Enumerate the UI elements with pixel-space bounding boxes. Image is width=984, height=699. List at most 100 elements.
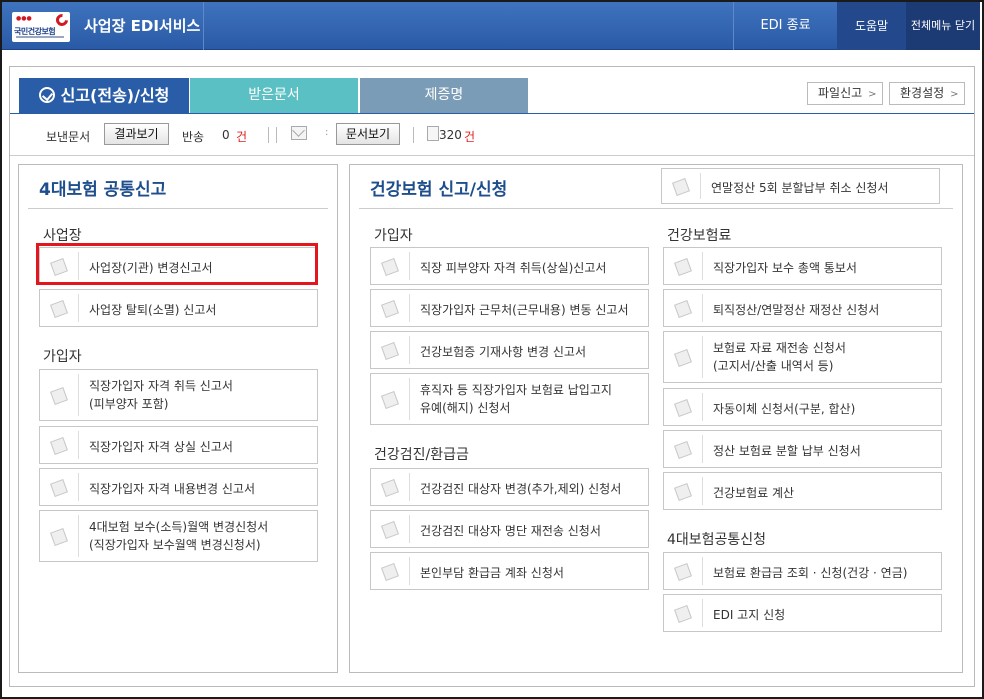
- menu-item-card-change[interactable]: 건강보험증 기재사항 변경 신고서: [370, 331, 649, 369]
- item-label: 직장 피부양자 자격 취득(상실)신고서: [420, 261, 607, 275]
- subscriber-title: 가입자: [374, 228, 413, 244]
- pencil-doc-icon: [381, 300, 399, 318]
- item-label: 직장가입자 보수 총액 통보서: [713, 261, 857, 275]
- pencil-doc-icon: [672, 178, 690, 196]
- item-label: 직장가입자 자격 상실 신고서: [89, 440, 233, 454]
- item-label: 건강검진 대상자 변경(추가,제외) 신청서: [420, 482, 622, 496]
- item-label: 휴직자 등 직장가입자 보험료 납입고지 유예(해지) 신청서: [420, 383, 612, 415]
- item-label: 보험료 자료 재전송 신청서 (고지서/산출 내역서 등): [713, 341, 846, 373]
- item-label: 4대보험 보수(소득)월액 변경신청서 (직장가입자 보수월액 변경신청서): [89, 520, 269, 552]
- menu-item-content-change[interactable]: 직장가입자 자격 내용변경 신고서: [39, 468, 318, 506]
- item-label: 직장가입자 자격 내용변경 신고서: [89, 482, 256, 496]
- subscriber-title: 가입자: [43, 349, 82, 365]
- pencil-doc-icon: [674, 258, 692, 276]
- close-all-menu-button[interactable]: 전체메뉴 닫기: [906, 2, 980, 50]
- pencil-doc-icon: [381, 563, 399, 581]
- menu-item-loss[interactable]: 직장가입자 자격 상실 신고서: [39, 426, 318, 464]
- pencil-doc-icon: [381, 342, 399, 360]
- menu-item-leave-deferral[interactable]: 휴직자 등 직장가입자 보험료 납입고지 유예(해지) 신청서: [370, 373, 649, 425]
- settings-button[interactable]: 환경설정 >: [889, 82, 965, 105]
- view-results-button[interactable]: 결과보기: [104, 123, 169, 145]
- menu-item-edi-notice[interactable]: EDI 고지 신청: [663, 594, 942, 632]
- returned-unit: 건: [236, 130, 248, 144]
- menu-item-auto-transfer[interactable]: 자동이체 신청서(구분, 합산): [663, 388, 942, 426]
- nhis-logo[interactable]: ●●● 국민건강보험: [12, 11, 71, 42]
- settings-label: 환경설정: [900, 86, 945, 100]
- section-title: 4대보험 공통신고: [28, 173, 328, 209]
- menu-item-income-change[interactable]: 4대보험 보수(소득)월액 변경신청서 (직장가입자 보수월액 변경신청서): [39, 510, 318, 562]
- envelope-icon[interactable]: [291, 126, 307, 140]
- menu-item-installment[interactable]: 정산 보험료 분할 납부 신청서: [663, 430, 942, 468]
- sent-docs-label: 보낸문서: [46, 130, 91, 144]
- menu-item-checkup-change[interactable]: 건강검진 대상자 변경(추가,제외) 신청서: [370, 468, 649, 506]
- common-report-section: 4대보험 공통신고 사업장 사업장(기관) 변경신고서 사업장 탈퇴(소멸) 신…: [18, 164, 338, 673]
- item-label: 건강보험증 기재사항 변경 신고서: [420, 345, 587, 359]
- checkup-title: 건강검진/환급금: [374, 447, 469, 463]
- tab-report[interactable]: 신고(전송)/신청: [19, 78, 189, 114]
- menu-item-data-resend[interactable]: 보험료 자료 재전송 신청서 (고지서/산출 내역서 등): [663, 331, 942, 383]
- pencil-doc-icon: [674, 441, 692, 459]
- document-unit: 건: [464, 130, 476, 144]
- pencil-doc-icon: [381, 479, 399, 497]
- tab-report-label: 신고(전송)/신청: [60, 86, 170, 105]
- item-label: EDI 고지 신청: [713, 608, 786, 622]
- workplace-title: 사업장: [43, 228, 82, 244]
- document-icon: [427, 126, 439, 141]
- tab-received[interactable]: 받은문서: [190, 78, 358, 113]
- menu-item-total-pay-notice[interactable]: 직장가입자 보수 총액 통보서: [663, 247, 942, 285]
- item-label: 본인부담 환급금 계좌 신청서: [420, 566, 564, 580]
- menu-item-checkup-resend[interactable]: 건강검진 대상자 명단 재전송 신청서: [370, 510, 649, 548]
- item-label: 보험료 환급금 조회 · 신청(건강 · 연금): [713, 566, 908, 580]
- view-documents-button[interactable]: 문서보기: [336, 123, 400, 145]
- pencil-doc-icon: [50, 258, 68, 276]
- main-panel: 신고(전송)/신청 받은문서 제증명 파일신고 > 환경설정 > 보낸문서 결과보기…: [9, 66, 975, 687]
- menu-item-refund-inquiry[interactable]: 보험료 환급금 조회 · 신청(건강 · 연금): [663, 552, 942, 590]
- check-circle-icon: [38, 87, 55, 103]
- item-label: 사업장 탈퇴(소멸) 신고서: [89, 303, 217, 317]
- pencil-doc-icon: [50, 300, 68, 318]
- top-bar: ●●● 국민건강보험 사업장 EDI서비스 EDI 종료 도움말 전체메뉴 닫기: [2, 2, 980, 50]
- menu-item-acquisition[interactable]: 직장가입자 자격 취득 신고서 (피부양자 포함): [39, 369, 318, 421]
- menu-item-workplace-change[interactable]: 사업장(기관) 변경신고서: [39, 247, 318, 285]
- tab-certificate[interactable]: 제증명: [360, 78, 528, 113]
- document-count[interactable]: 320: [439, 128, 462, 142]
- health-insurance-section: 건강보험 신고/신청 연말정산 5회 분할납부 취소 신청서 가입자 직장 피부…: [349, 164, 963, 673]
- app-title: 사업장 EDI서비스: [84, 17, 201, 35]
- item-label: 연말정산 5회 분할납부 취소 신청서: [711, 181, 889, 195]
- item-label: 자동이체 신청서(구분, 합산): [713, 402, 856, 416]
- menu-item-premium-calc[interactable]: 건강보험료 계산: [663, 472, 942, 510]
- menu-item-refund-account[interactable]: 본인부담 환급금 계좌 신청서: [370, 552, 649, 590]
- pencil-doc-icon: [674, 605, 692, 623]
- pencil-doc-icon: [674, 563, 692, 581]
- menu-item-installment-cancel[interactable]: 연말정산 5회 분할납부 취소 신청서: [661, 168, 940, 204]
- logo-mark-icon: [53, 11, 71, 29]
- chevron-right-icon: >: [950, 89, 959, 100]
- menu-item-dependent-acquisition[interactable]: 직장 피부양자 자격 취득(상실)신고서: [370, 247, 649, 285]
- item-label: 직장가입자 자격 취득 신고서 (피부양자 포함): [89, 379, 233, 411]
- menu-item-workplace-transfer[interactable]: 직장가입자 근무처(근무내용) 변동 신고서: [370, 289, 649, 327]
- pencil-doc-icon: [674, 399, 692, 417]
- item-label: 정산 보험료 분할 납부 신청서: [713, 444, 861, 458]
- pencil-doc-icon: [50, 437, 68, 455]
- item-label: 건강보험료 계산: [713, 486, 795, 500]
- item-label: 퇴직정산/연말정산 재정산 신청서: [713, 303, 880, 317]
- pencil-doc-icon: [50, 528, 68, 546]
- pencil-doc-icon: [50, 387, 68, 405]
- pencil-doc-icon: [381, 258, 399, 276]
- item-label: 건강검진 대상자 명단 재전송 신청서: [420, 524, 601, 538]
- item-label: 직장가입자 근무처(근무내용) 변동 신고서: [420, 303, 629, 317]
- pencil-doc-icon: [50, 479, 68, 497]
- edi-exit-button[interactable]: EDI 종료: [733, 2, 837, 50]
- menu-item-workplace-withdraw[interactable]: 사업장 탈퇴(소멸) 신고서: [39, 289, 318, 327]
- common-request-title: 4대보험공통신청: [667, 532, 767, 548]
- returned-label: 반송: [182, 130, 205, 144]
- premium-title: 건강보험료: [667, 228, 732, 244]
- chevron-right-icon: >: [868, 89, 877, 100]
- file-report-label: 파일신고: [818, 86, 863, 100]
- pencil-doc-icon: [674, 483, 692, 501]
- pencil-doc-icon: [381, 391, 399, 409]
- file-report-button[interactable]: 파일신고 >: [807, 82, 883, 105]
- menu-item-resettlement[interactable]: 퇴직정산/연말정산 재정산 신청서: [663, 289, 942, 327]
- help-button[interactable]: 도움말: [837, 2, 906, 50]
- returned-count[interactable]: 0: [222, 128, 230, 142]
